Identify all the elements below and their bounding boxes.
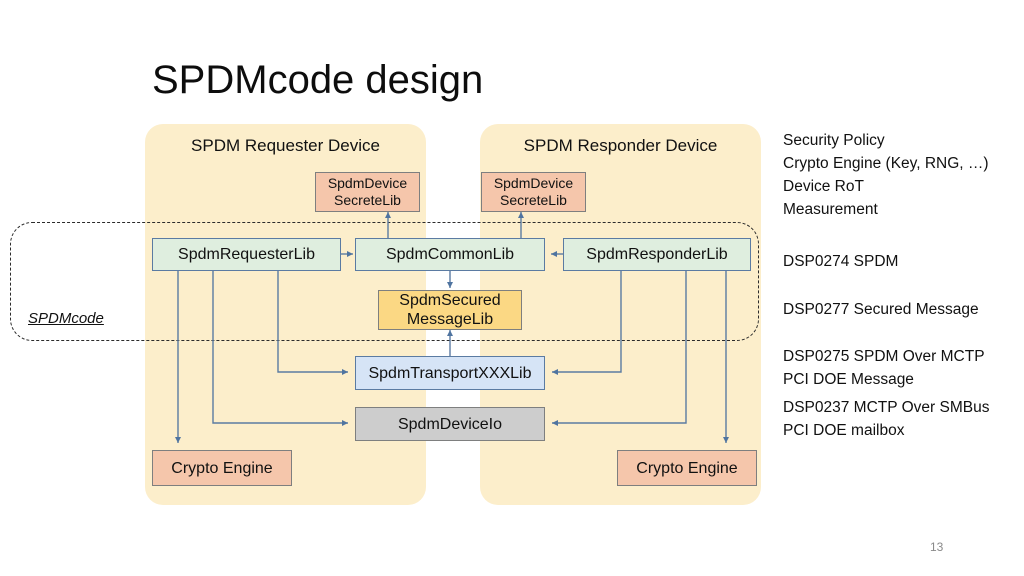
note-platform-responsibilities: Security Policy Crypto Engine (Key, RNG,… xyxy=(783,132,989,218)
node-responder-device-secrete-lib[interactable]: SpdmDevice SecreteLib xyxy=(481,172,586,212)
node-spdm-transport-xxx-lib-label: SpdmTransportXXXLib xyxy=(368,364,532,382)
node-crypto-engine-responder[interactable]: Crypto Engine xyxy=(617,450,757,486)
spdmcode-boundary-label: SPDMcode xyxy=(28,310,104,327)
note-spec-dsp0274: DSP0274 SPDM xyxy=(783,253,899,270)
node-spdm-device-io-label: SpdmDeviceIo xyxy=(397,415,503,433)
node-crypto-engine-requester-label: Crypto Engine xyxy=(171,459,273,477)
page-title: SPDMcode design xyxy=(152,58,484,102)
slide-canvas: SPDMcode design SPDM Requester Device SP… xyxy=(0,0,1024,576)
node-spdm-responder-lib-label: SpdmResponderLib xyxy=(586,246,728,263)
node-spdm-device-io[interactable]: SpdmDeviceIo xyxy=(355,407,545,441)
node-spdm-responder-lib[interactable]: SpdmResponderLib xyxy=(563,238,751,271)
node-spdm-requester-lib[interactable]: SpdmRequesterLib xyxy=(152,238,341,271)
node-spdm-common-lib-label: SpdmCommonLib xyxy=(385,246,515,263)
panel-title-responder: SPDM Responder Device xyxy=(523,136,718,155)
panel-title-requester: SPDM Requester Device xyxy=(191,136,380,155)
node-responder-device-secrete-lib-label: SpdmDevice SecreteLib xyxy=(493,175,574,208)
node-requester-device-secrete-lib[interactable]: SpdmDevice SecreteLib xyxy=(315,172,420,212)
node-crypto-engine-responder-label: Crypto Engine xyxy=(636,459,738,477)
node-requester-device-secrete-lib-label: SpdmDevice SecreteLib xyxy=(327,175,408,208)
node-crypto-engine-requester[interactable]: Crypto Engine xyxy=(152,450,292,486)
node-spdm-secured-message-lib[interactable]: SpdmSecured MessageLib xyxy=(378,290,522,330)
page-number: 13 xyxy=(930,540,944,554)
note-spec-dsp0237: DSP0237 MCTP Over SMBus PCI DOE mailbox xyxy=(783,399,990,439)
node-spdm-common-lib[interactable]: SpdmCommonLib xyxy=(355,238,545,271)
note-spec-dsp0277: DSP0277 Secured Message xyxy=(783,301,979,318)
node-spdm-requester-lib-label: SpdmRequesterLib xyxy=(178,246,315,263)
note-spec-dsp0275: DSP0275 SPDM Over MCTP PCI DOE Message xyxy=(783,348,985,388)
node-spdm-transport-xxx-lib[interactable]: SpdmTransportXXXLib xyxy=(355,356,545,390)
node-spdm-secured-message-lib-label: SpdmSecured MessageLib xyxy=(399,292,501,328)
